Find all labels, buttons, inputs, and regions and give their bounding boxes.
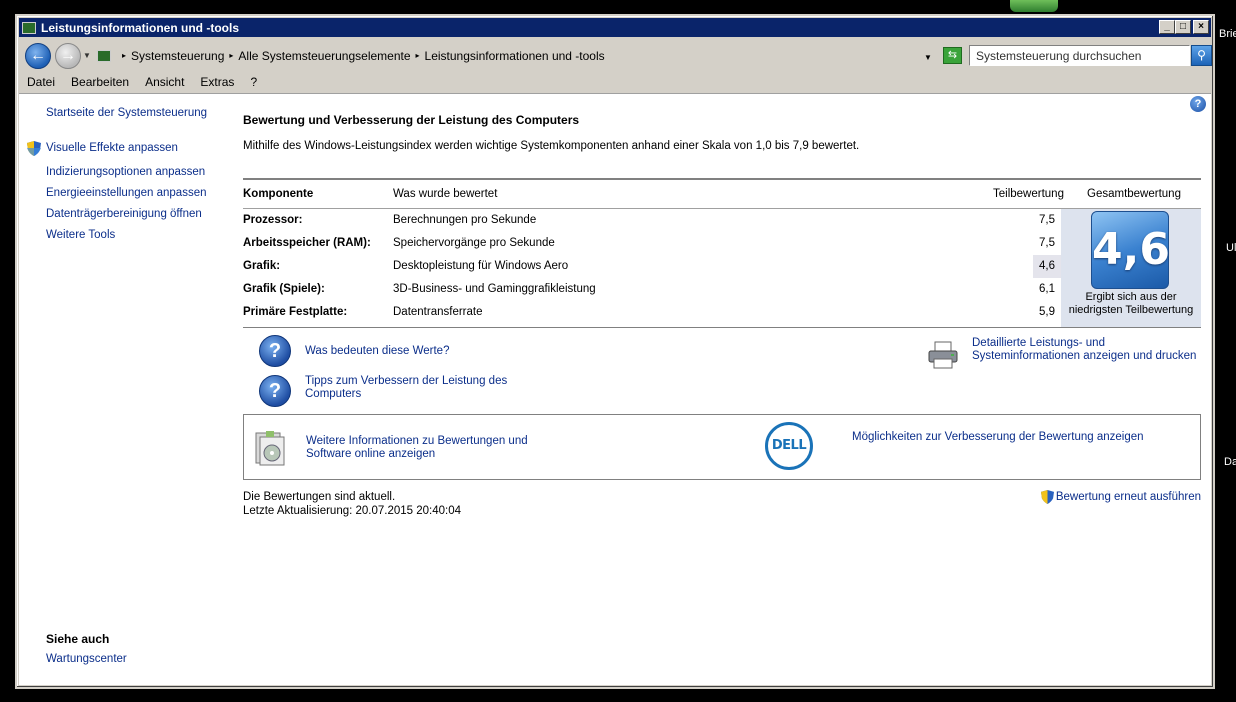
search-button[interactable]: ⚲ xyxy=(1191,45,1212,66)
search-input[interactable]: Systemsteuerung durchsuchen xyxy=(969,45,1190,66)
desktop-icon[interactable] xyxy=(1010,0,1058,12)
subscore: 5,9 xyxy=(1039,306,1055,318)
page-title: Bewertung und Verbesserung der Leistung … xyxy=(243,113,580,127)
forward-button[interactable]: → xyxy=(55,43,81,69)
status-current: Die Bewertungen sind aktuell. xyxy=(243,491,396,503)
chevron-right-icon[interactable]: ▸ xyxy=(122,51,126,60)
header-component: Komponente xyxy=(243,188,314,200)
dell-logo: DELL xyxy=(765,422,813,470)
sidebar-link-power[interactable]: Energieeinstellungen anpassen xyxy=(46,187,206,199)
question-icon[interactable]: ? xyxy=(259,375,291,407)
refresh-button[interactable]: ⇆ xyxy=(943,47,962,64)
sidebar-link-indexing[interactable]: Indizierungsoptionen anpassen xyxy=(46,166,205,178)
breadcrumb-item[interactable]: Leistungsinformationen und -tools xyxy=(425,49,605,63)
link-performance-tips[interactable]: Tipps zum Verbessern der Leistung des Co… xyxy=(305,375,515,401)
subscore: 7,5 xyxy=(1039,237,1055,249)
sidebar-link-home[interactable]: Startseite der Systemsteuerung xyxy=(46,107,207,119)
breadcrumb[interactable]: ▸ Systemsteuerung ▸ Alle Systemsteuerung… xyxy=(93,45,938,66)
component-description: Speichervorgänge pro Sekunde xyxy=(393,237,555,249)
menu-datei[interactable]: Datei xyxy=(19,75,63,89)
link-what-scores-mean[interactable]: Was bedeuten diese Werte? xyxy=(305,345,449,358)
component-name: Primäre Festplatte: xyxy=(243,306,348,318)
control-panel-icon xyxy=(97,49,111,62)
subscore: 7,5 xyxy=(1039,214,1055,226)
status-last-update: Letzte Aktualisierung: 20.07.2015 20:40:… xyxy=(243,505,462,517)
menu-help[interactable]: ? xyxy=(242,75,265,89)
subscore: 4,6 xyxy=(1033,255,1061,278)
chevron-right-icon[interactable]: ▸ xyxy=(416,51,420,60)
header-subscore: Teilbewertung xyxy=(993,188,1064,200)
base-score-caption: Ergibt sich aus der niedrigsten Teilbewe… xyxy=(1068,291,1194,316)
component-description: 3D-Business- und Gaminggrafikleistung xyxy=(393,283,596,295)
menu-extras[interactable]: Extras xyxy=(192,75,242,89)
header-what: Was wurde bewertet xyxy=(393,188,498,200)
desktop-label[interactable]: Ul xyxy=(1226,242,1236,254)
table-row: Grafik (Spiele): 3D-Business- und Gaming… xyxy=(243,278,1201,301)
question-icon[interactable]: ? xyxy=(259,335,291,367)
software-box-icon[interactable] xyxy=(254,429,288,467)
shield-icon xyxy=(27,141,41,156)
desktop-label[interactable]: Da xyxy=(1224,456,1236,468)
table-divider xyxy=(243,178,1201,180)
rerun-label[interactable]: Bewertung erneut ausführen xyxy=(1056,491,1201,503)
component-description: Desktopleistung für Windows Aero xyxy=(393,260,569,272)
component-description: Datentransferrate xyxy=(393,306,483,318)
component-name: Grafik (Spiele): xyxy=(243,283,325,295)
desktop-label[interactable]: Brie xyxy=(1219,28,1236,40)
component-name: Arbeitsspeicher (RAM): xyxy=(243,237,371,249)
chevron-right-icon[interactable]: ▸ xyxy=(229,51,233,60)
subscore: 6,1 xyxy=(1039,283,1055,295)
table-row: Grafik: Desktopleistung für Windows Aero… xyxy=(243,255,1201,278)
sidebar-link-more-tools[interactable]: Weitere Tools xyxy=(46,229,115,241)
base-score-badge: 4,6 xyxy=(1091,211,1170,289)
history-dropdown-icon[interactable]: ▼ xyxy=(83,51,91,60)
component-name: Prozessor: xyxy=(243,214,303,226)
link-detailed-info[interactable]: Detaillierte Leistungs- und Systeminform… xyxy=(972,337,1212,363)
link-more-info-online[interactable]: Weitere Informationen zu Bewertungen und… xyxy=(306,435,546,461)
rerun-assessment-link[interactable]: Bewertung erneut ausführen xyxy=(1040,490,1201,504)
page-description: Mithilfe des Windows-Leistungsindex werd… xyxy=(243,140,860,152)
maximize-button[interactable]: □ xyxy=(1175,20,1191,34)
main-panel: ? Bewertung und Verbesserung der Leistun… xyxy=(241,94,1206,685)
sidebar-link-disk-cleanup[interactable]: Datenträgerbereinigung öffnen xyxy=(46,208,202,220)
link-dell-improvements[interactable]: Möglichkeiten zur Verbesserung der Bewer… xyxy=(852,431,1144,443)
help-icon[interactable]: ? xyxy=(1190,96,1206,112)
component-description: Berechnungen pro Sekunde xyxy=(393,214,537,226)
printer-icon[interactable] xyxy=(927,341,959,369)
minimize-button[interactable]: _ xyxy=(1159,20,1175,34)
table-row: Arbeitsspeicher (RAM): Speichervorgänge … xyxy=(243,232,1201,255)
title-bar[interactable]: Leistungsinformationen und -tools _ □ × xyxy=(19,18,1211,37)
status-text: Die Bewertungen sind aktuell. Letzte Akt… xyxy=(243,490,461,518)
address-bar: ← → ▼ ▸ Systemsteuerung ▸ Alle Systemste… xyxy=(19,39,1212,71)
sidebar: Startseite der Systemsteuerung Visuelle … xyxy=(19,94,234,685)
table-row: Prozessor: Berechnungen pro Sekunde 7,5 xyxy=(243,209,1201,232)
menu-bearbeiten[interactable]: Bearbeiten xyxy=(63,75,137,89)
back-button[interactable]: ← xyxy=(25,43,51,69)
control-panel-icon xyxy=(22,21,36,34)
menu-ansicht[interactable]: Ansicht xyxy=(137,75,192,89)
see-also-heading: Siehe auch xyxy=(46,632,110,646)
base-score-panel: 4,6 Ergibt sich aus der niedrigsten Teil… xyxy=(1061,209,1201,327)
table-divider xyxy=(243,327,1201,328)
shield-icon xyxy=(1040,490,1054,504)
close-button[interactable]: × xyxy=(1193,20,1209,34)
component-name: Grafik: xyxy=(243,260,281,272)
main-window: Leistungsinformationen und -tools _ □ × … xyxy=(15,14,1215,689)
menu-bar: Datei Bearbeiten Ansicht Extras ? xyxy=(19,72,1211,92)
sidebar-link-visual-effects[interactable]: Visuelle Effekte anpassen xyxy=(46,142,178,154)
header-basescore: Gesamtbewertung xyxy=(1087,188,1181,200)
table-row: Primäre Festplatte: Datentransferrate 5,… xyxy=(243,301,1201,324)
content-area: Startseite der Systemsteuerung Visuelle … xyxy=(19,93,1211,685)
address-dropdown-icon[interactable]: ▼ xyxy=(924,53,932,62)
breadcrumb-item[interactable]: Systemsteuerung xyxy=(131,49,224,63)
online-info-box: Weitere Informationen zu Bewertungen und… xyxy=(243,414,1201,480)
sidebar-link-action-center[interactable]: Wartungscenter xyxy=(46,653,127,665)
breadcrumb-item[interactable]: Alle Systemsteuerungselemente xyxy=(238,49,410,63)
window-title: Leistungsinformationen und -tools xyxy=(41,20,239,35)
